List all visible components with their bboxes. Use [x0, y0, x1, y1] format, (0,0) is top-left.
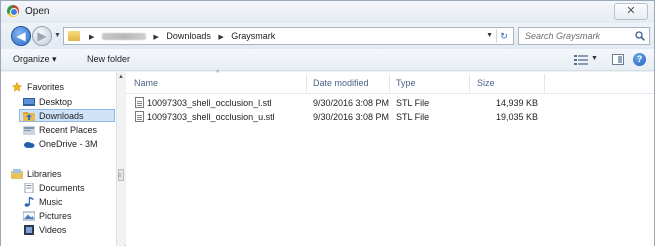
address-row: ◀ ▶ ▼ ▶ ▶ Downloads ▶ Graysmark ▼ ↻ — [1, 23, 654, 49]
desktop-icon — [23, 98, 35, 106]
sidebar-item-label: Pictures — [39, 211, 72, 221]
folder-icon — [68, 31, 80, 41]
file-row[interactable]: 10097303_shell_occlusion_u.stl 9/30/2016… — [126, 110, 654, 124]
star-icon — [11, 82, 23, 92]
title-bar: Open ✕ — [1, 1, 654, 23]
file-name: 10097303_shell_occlusion_u.stl — [147, 112, 275, 122]
sidebar-item-downloads[interactable]: Downloads — [19, 109, 115, 122]
column-header-name[interactable]: Name — [134, 78, 158, 88]
file-name: 10097303_shell_occlusion_l.stl — [147, 98, 272, 108]
sort-ascending-icon: ^ — [216, 70, 220, 77]
close-button[interactable]: ✕ — [614, 3, 648, 20]
file-date-modified: 9/30/2016 3:08 PM — [313, 112, 390, 122]
scroll-up-arrow-icon[interactable]: ▲ — [118, 74, 124, 80]
sidebar-item-label: Documents — [39, 183, 85, 193]
scrollbar-grip-icon: ≡ — [118, 173, 122, 179]
file-row[interactable]: 10097303_shell_occlusion_l.stl 9/30/2016… — [126, 96, 654, 110]
sidebar-item-label: Recent Places — [39, 125, 98, 135]
address-dropdown-icon[interactable]: ▼ — [486, 32, 493, 39]
column-divider[interactable] — [469, 74, 470, 92]
downloads-folder-icon — [23, 112, 35, 121]
music-note-icon — [24, 197, 34, 207]
refresh-button[interactable]: ↻ — [496, 29, 511, 43]
search-box[interactable] — [518, 27, 650, 45]
command-toolbar: Organize ▾ New folder ▼ ? — [1, 49, 654, 71]
file-date-modified: 9/30/2016 3:08 PM — [313, 98, 390, 108]
stl-file-icon — [135, 111, 144, 122]
search-input[interactable] — [525, 30, 629, 42]
onedrive-cloud-icon — [24, 142, 35, 148]
window-title: Open — [25, 6, 50, 17]
column-header-row: Name ^ Date modified Type Size — [126, 70, 654, 94]
help-icon[interactable]: ? — [633, 53, 646, 66]
breadcrumb-user-redacted[interactable] — [101, 33, 146, 41]
organize-button[interactable]: Organize ▾ — [13, 54, 57, 65]
pictures-icon — [23, 211, 35, 221]
change-view-icon[interactable] — [574, 55, 588, 65]
sidebar-item-label: Downloads — [39, 111, 84, 121]
file-list: Name ^ Date modified Type Size 10097303_… — [126, 70, 654, 246]
navigation-pane: Favorites Desktop Downloads Recent Place… — [1, 72, 125, 246]
new-folder-button[interactable]: New folder — [87, 54, 130, 64]
address-bar[interactable]: ▶ ▶ Downloads ▶ Graysmark ▼ ↻ — [63, 27, 514, 45]
libraries-icon — [11, 169, 23, 179]
back-button[interactable]: ◀ — [11, 26, 31, 46]
stl-file-icon — [135, 97, 144, 108]
breadcrumb-separator-icon: ▶ — [218, 34, 224, 41]
sidebar-item-label: Music — [39, 197, 63, 207]
column-divider[interactable] — [306, 74, 307, 92]
sidebar-item-label: Videos — [39, 225, 67, 235]
view-options-dropdown-icon[interactable]: ▼ — [591, 55, 598, 62]
navigation-scrollbar[interactable]: ▲ ≡ — [116, 72, 125, 246]
file-type: STL File — [396, 112, 430, 122]
column-divider[interactable] — [544, 74, 545, 92]
forward-button[interactable]: ▶ — [32, 26, 52, 46]
sidebar-item-label: OneDrive - 3M — [39, 139, 98, 149]
file-size: 14,939 KB — [495, 98, 538, 108]
file-size: 19,035 KB — [495, 112, 538, 122]
nav-group-label: Libraries — [27, 169, 62, 179]
open-dialog: Open ✕ ◀ ▶ ▼ ▶ ▶ Downloads ▶ Graysmark ▼… — [0, 0, 655, 246]
breadcrumb-separator-icon: ▶ — [153, 34, 159, 41]
search-icon[interactable] — [635, 31, 645, 41]
column-header-date-modified[interactable]: Date modified — [313, 78, 369, 88]
column-header-size[interactable]: Size — [477, 78, 495, 88]
file-type: STL File — [396, 98, 430, 108]
breadcrumb: ▶ ▶ Downloads ▶ Graysmark — [84, 31, 275, 41]
preview-pane-icon[interactable] — [612, 54, 624, 65]
documents-icon — [24, 183, 34, 193]
column-divider[interactable] — [389, 74, 390, 92]
breadcrumb-graysmark[interactable]: Graysmark — [231, 31, 275, 41]
column-header-type[interactable]: Type — [396, 78, 416, 88]
nav-group-label: Favorites — [27, 82, 65, 92]
recent-places-icon — [23, 126, 35, 135]
chrome-app-icon — [7, 5, 19, 17]
breadcrumb-downloads[interactable]: Downloads — [166, 31, 211, 41]
sidebar-item-label: Desktop — [39, 97, 73, 107]
recent-locations-dropdown-icon[interactable]: ▼ — [54, 32, 61, 39]
videos-icon — [24, 225, 34, 235]
breadcrumb-separator-icon: ▶ — [89, 34, 95, 41]
